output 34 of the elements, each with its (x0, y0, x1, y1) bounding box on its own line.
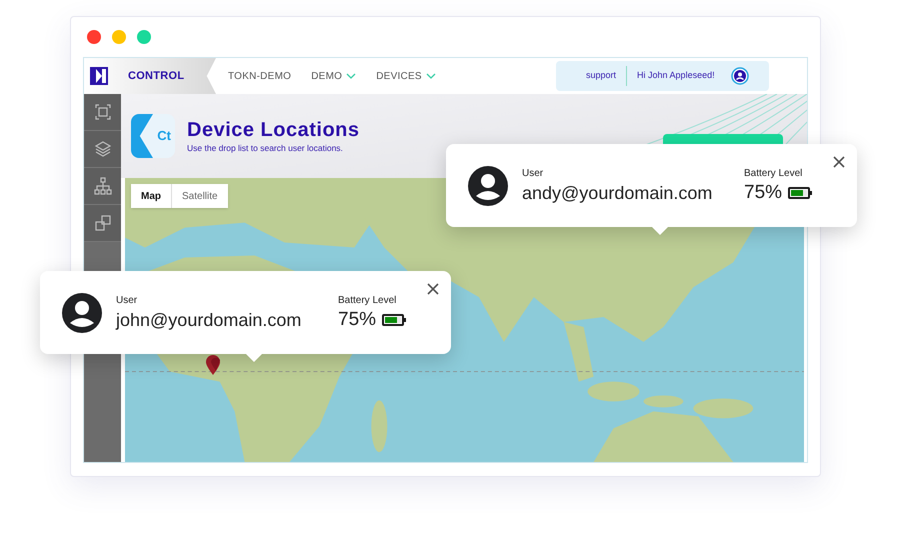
page-subtitle: Use the drop list to search user locations. (187, 142, 344, 154)
maximize-window-button[interactable] (137, 30, 151, 44)
hierarchy-icon[interactable] (94, 177, 112, 195)
user-label: User (116, 294, 138, 308)
greeting-text: Hi John Appleseed! (637, 69, 715, 82)
user-email: john@yourdomain.com (116, 309, 302, 332)
brand-name: CONTROL (128, 68, 184, 84)
logo-icon (90, 67, 108, 85)
nav-menu-item[interactable]: DEMO (311, 68, 356, 84)
scan-icon[interactable] (94, 103, 112, 121)
user-avatar-icon (468, 166, 508, 206)
close-icon[interactable] (833, 156, 845, 168)
app-logo: Ct (131, 114, 175, 158)
nav-menu-item[interactable]: TOKN-DEMO (228, 68, 292, 84)
map-pin-icon (205, 354, 221, 376)
page-title: Device Locations (187, 118, 360, 142)
nav-menu-item[interactable]: DEVICES (376, 68, 436, 84)
user-profile-icon[interactable] (730, 67, 749, 85)
support-link[interactable]: support (586, 69, 616, 83)
battery-percent: 75% (744, 181, 782, 205)
battery-percent: 75% (338, 308, 376, 332)
map-type-tab[interactable]: Map (131, 184, 172, 208)
user-avatar-icon (62, 292, 102, 332)
battery-label: Battery Level (744, 167, 804, 181)
chevron-down-icon (346, 73, 356, 79)
chevron-down-icon (426, 73, 436, 79)
battery-label: Battery Level (338, 294, 398, 308)
user-label: User (522, 167, 544, 181)
close-window-button[interactable] (87, 30, 101, 44)
close-icon[interactable] (427, 283, 439, 295)
map-type-tab[interactable]: Satellite (172, 184, 228, 208)
layers-icon[interactable] (94, 140, 112, 158)
windows-icon[interactable] (94, 214, 112, 232)
user-email: andy@yourdomain.com (522, 182, 714, 205)
